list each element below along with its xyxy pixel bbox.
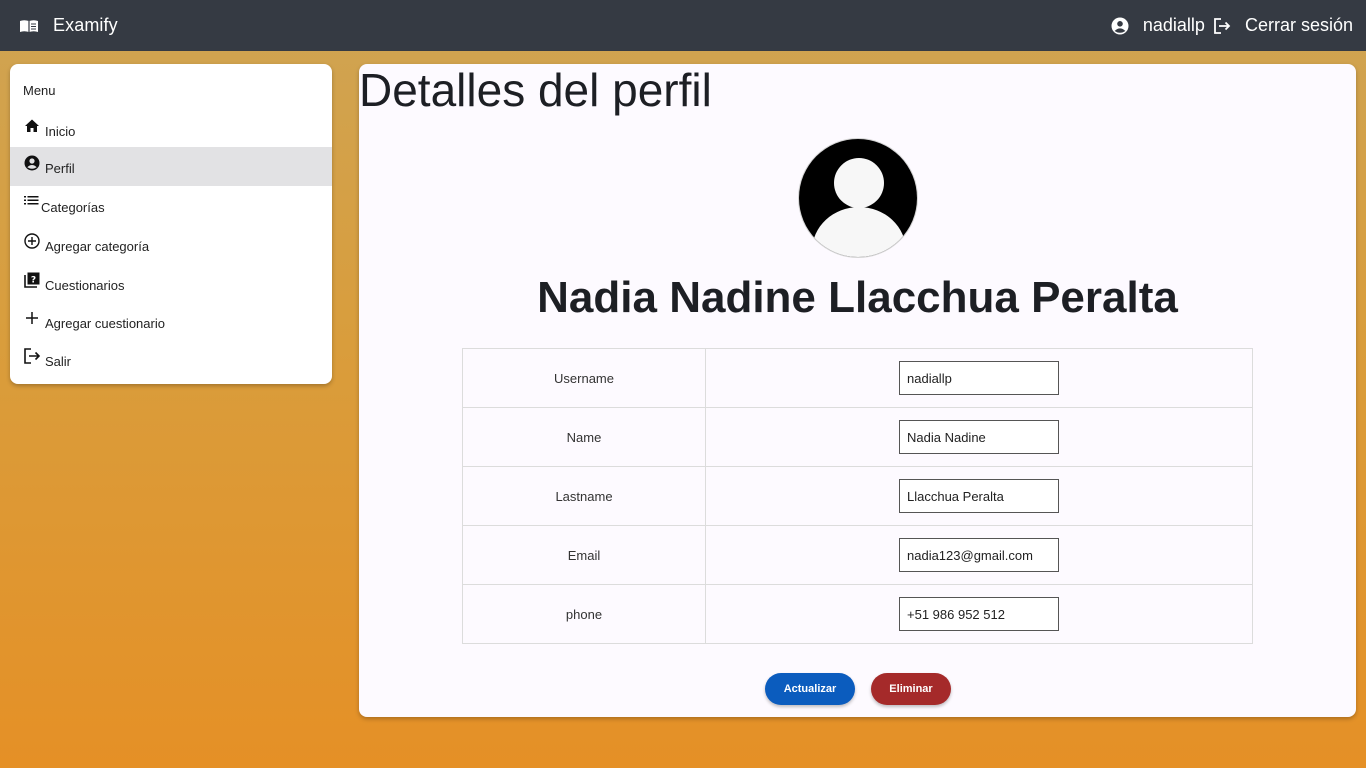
email-field[interactable]: [899, 538, 1059, 572]
field-label: Username: [462, 348, 706, 408]
account-circle-icon: [1111, 17, 1129, 35]
field-value-cell: [705, 407, 1253, 467]
lastname-field[interactable]: [899, 479, 1059, 513]
sidebar-item-label: Categorías: [41, 200, 105, 215]
sidebar-item-label: Inicio: [45, 124, 76, 139]
field-label: phone: [462, 584, 706, 644]
sidebar-item-categorias[interactable]: Categorías: [10, 186, 332, 225]
name-field[interactable]: [899, 420, 1059, 454]
plus-icon: [23, 309, 41, 327]
sidebar-item-inicio[interactable]: Inicio: [10, 110, 332, 149]
sidebar-item-salir[interactable]: Salir: [10, 340, 332, 379]
table-row: Username: [462, 348, 1253, 408]
sidebar-item-label: Perfil: [45, 161, 75, 176]
top-navbar: Examify nadiallp Cerrar sesión: [0, 0, 1366, 51]
logout-icon[interactable]: [1213, 17, 1231, 35]
field-value-cell: [705, 525, 1253, 585]
username-field[interactable]: [899, 361, 1059, 395]
phone-field[interactable]: [899, 597, 1059, 631]
page-title: Detalles del perfil: [359, 64, 712, 116]
field-label: Lastname: [462, 466, 706, 526]
username-link[interactable]: nadiallp: [1143, 15, 1205, 36]
sidebar-item-label: Agregar cuestionario: [45, 316, 165, 331]
sidebar-item-label: Agregar categoría: [45, 239, 150, 254]
list-icon: [23, 193, 41, 211]
field-value-cell: [705, 348, 1253, 408]
quiz-icon: ?: [23, 271, 41, 289]
brand[interactable]: Examify: [19, 15, 118, 36]
profile-card: Detalles del perfil Nadia Nadine Llacchu…: [359, 64, 1356, 717]
table-row: phone: [462, 584, 1253, 644]
sidebar-item-perfil[interactable]: Perfil: [10, 147, 332, 186]
user-avatar-icon: [799, 139, 917, 257]
logout-link[interactable]: Cerrar sesión: [1245, 15, 1353, 36]
full-name: Nadia Nadine Llacchua Peralta: [537, 273, 1178, 322]
book-icon: [19, 18, 39, 34]
account-circle-icon: [23, 154, 41, 172]
sidebar-item-agregar-categoria[interactable]: Agregar categoría: [10, 225, 332, 264]
table-row: Name: [462, 407, 1253, 467]
sidebar-item-label: Salir: [45, 354, 72, 369]
home-icon: [23, 117, 41, 135]
field-value-cell: [705, 584, 1253, 644]
profile-details-table: Username Name Lastname Email: [462, 348, 1253, 644]
field-label: Email: [462, 525, 706, 585]
logout-icon: [23, 347, 41, 365]
table-row: Lastname: [462, 466, 1253, 526]
delete-button[interactable]: Eliminar: [871, 673, 951, 705]
avatar: [798, 138, 918, 258]
field-label: Name: [462, 407, 706, 467]
table-row: Email: [462, 525, 1253, 585]
update-button[interactable]: Actualizar: [765, 673, 855, 705]
field-value-cell: [705, 466, 1253, 526]
sidebar-item-label: Cuestionarios: [45, 278, 125, 293]
svg-text:?: ?: [31, 275, 36, 285]
sidebar-item-agregar-cuestionario[interactable]: Agregar cuestionario: [10, 302, 332, 341]
sidebar-item-cuestionarios[interactable]: ? Cuestionarios: [10, 264, 332, 303]
add-circle-icon: [23, 232, 41, 250]
brand-name: Examify: [53, 15, 118, 35]
